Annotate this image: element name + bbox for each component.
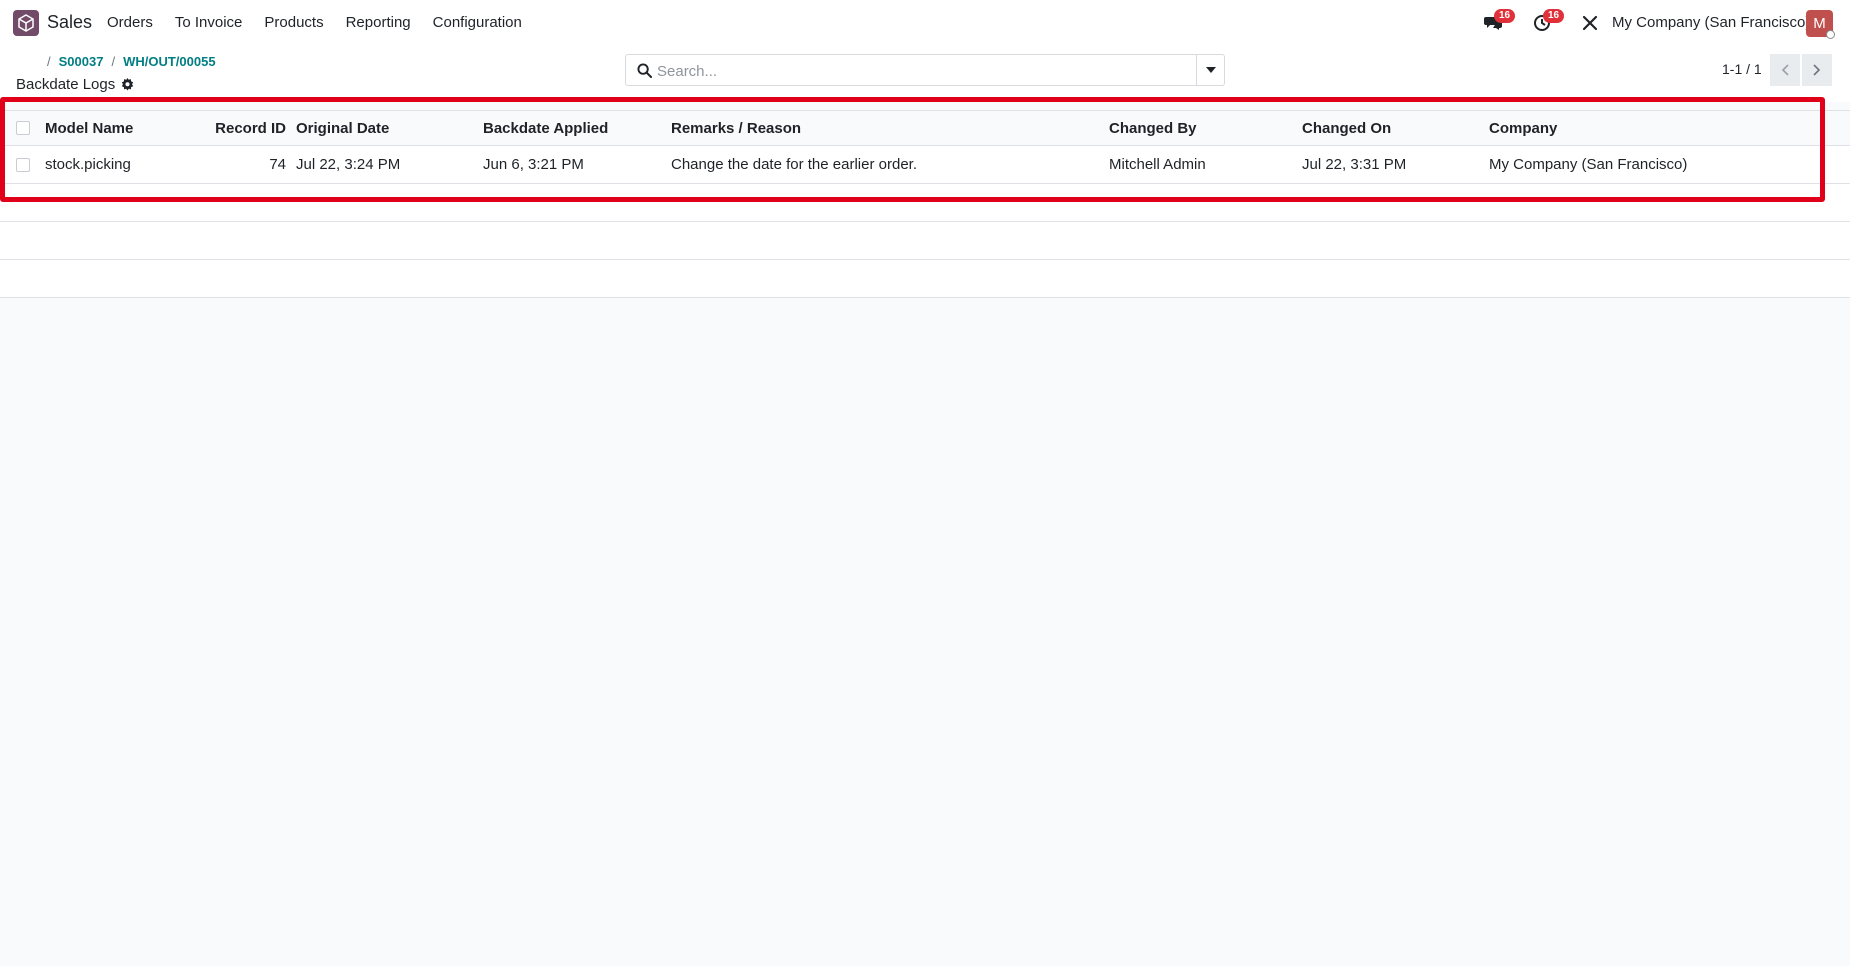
empty-row xyxy=(0,260,1850,298)
menu-item-products[interactable]: Products xyxy=(264,14,323,31)
breadcrumb-separator: / xyxy=(111,54,116,69)
pager-value[interactable]: 1-1 / 1 xyxy=(1722,61,1762,77)
breadcrumb: / S00037 / WH/OUT/00055 xyxy=(47,54,216,69)
menu-item-reporting[interactable]: Reporting xyxy=(346,14,411,31)
avatar-initial: M xyxy=(1813,15,1826,32)
company-switcher[interactable]: My Company (San Francisco) xyxy=(1612,14,1810,31)
cell-model-name[interactable]: stock.picking xyxy=(45,146,131,183)
user-avatar[interactable]: M xyxy=(1806,10,1835,39)
column-header-original-date[interactable]: Original Date xyxy=(296,111,389,145)
tools-icon xyxy=(1582,15,1598,31)
table-header: Model Name Record ID Original Date Backd… xyxy=(0,110,1850,146)
select-all-checkbox[interactable] xyxy=(16,121,30,135)
cell-changed-on[interactable]: Jul 22, 3:31 PM xyxy=(1302,146,1406,183)
caret-down-icon xyxy=(1205,67,1216,73)
presence-status-icon xyxy=(1826,30,1835,39)
column-header-remarks[interactable]: Remarks / Reason xyxy=(671,111,801,145)
row-checkbox[interactable] xyxy=(16,157,30,172)
select-all-cell xyxy=(16,111,30,145)
main-menu: Orders To Invoice Products Reporting Con… xyxy=(107,14,522,31)
table-row[interactable]: stock.picking 74 Jul 22, 3:24 PM Jun 6, … xyxy=(0,146,1850,184)
column-header-model-name[interactable]: Model Name xyxy=(45,111,133,145)
messages-badge: 16 xyxy=(1494,9,1516,23)
breadcrumb-delivery[interactable]: WH/OUT/00055 xyxy=(123,54,215,69)
messages-button[interactable]: 16 xyxy=(1482,9,1516,34)
activities-button[interactable]: 16 xyxy=(1531,9,1565,34)
control-panel: / S00037 / WH/OUT/00055 Backdate Logs 1-… xyxy=(0,46,1850,102)
column-header-changed-by[interactable]: Changed By xyxy=(1109,111,1197,145)
gear-icon[interactable] xyxy=(121,78,134,91)
row-select-cell xyxy=(16,146,30,183)
search-options-toggle[interactable] xyxy=(1196,55,1224,85)
cell-record-id[interactable]: 74 xyxy=(200,146,286,183)
cell-original-date[interactable]: Jul 22, 3:24 PM xyxy=(296,146,400,183)
menu-item-orders[interactable]: Orders xyxy=(107,14,153,31)
cell-remarks[interactable]: Change the date for the earlier order. xyxy=(671,146,917,183)
menu-item-to-invoice[interactable]: To Invoice xyxy=(175,14,243,31)
empty-row xyxy=(0,184,1850,222)
list-view: Model Name Record ID Original Date Backd… xyxy=(0,110,1850,298)
top-navbar: Sales Orders To Invoice Products Reporti… xyxy=(0,0,1850,46)
page-title: Backdate Logs xyxy=(16,76,134,93)
cell-company[interactable]: My Company (San Francisco) xyxy=(1489,146,1687,183)
search-input[interactable] xyxy=(657,60,1187,82)
column-header-changed-on[interactable]: Changed On xyxy=(1302,111,1391,145)
column-header-company[interactable]: Company xyxy=(1489,111,1557,145)
pager-next-button[interactable] xyxy=(1802,54,1832,86)
column-header-record-id[interactable]: Record ID xyxy=(200,111,286,145)
activities-badge: 16 xyxy=(1543,9,1565,23)
empty-row xyxy=(0,222,1850,260)
chevron-right-icon xyxy=(1813,64,1821,76)
app-name[interactable]: Sales xyxy=(47,12,92,33)
pager-previous-button[interactable] xyxy=(1770,54,1800,86)
cell-changed-by[interactable]: Mitchell Admin xyxy=(1109,146,1206,183)
chevron-left-icon xyxy=(1781,64,1789,76)
search-bar xyxy=(625,54,1225,86)
debug-tools-button[interactable] xyxy=(1579,12,1601,34)
search-icon xyxy=(637,63,652,78)
menu-item-configuration[interactable]: Configuration xyxy=(433,14,522,31)
breadcrumb-sale-order[interactable]: S00037 xyxy=(59,54,104,69)
breadcrumb-separator: / xyxy=(47,54,51,69)
app-logo-icon[interactable] xyxy=(13,10,39,36)
column-header-backdate-applied[interactable]: Backdate Applied xyxy=(483,111,608,145)
page-title-text: Backdate Logs xyxy=(16,76,116,93)
cell-backdate-applied[interactable]: Jun 6, 3:21 PM xyxy=(483,146,584,183)
